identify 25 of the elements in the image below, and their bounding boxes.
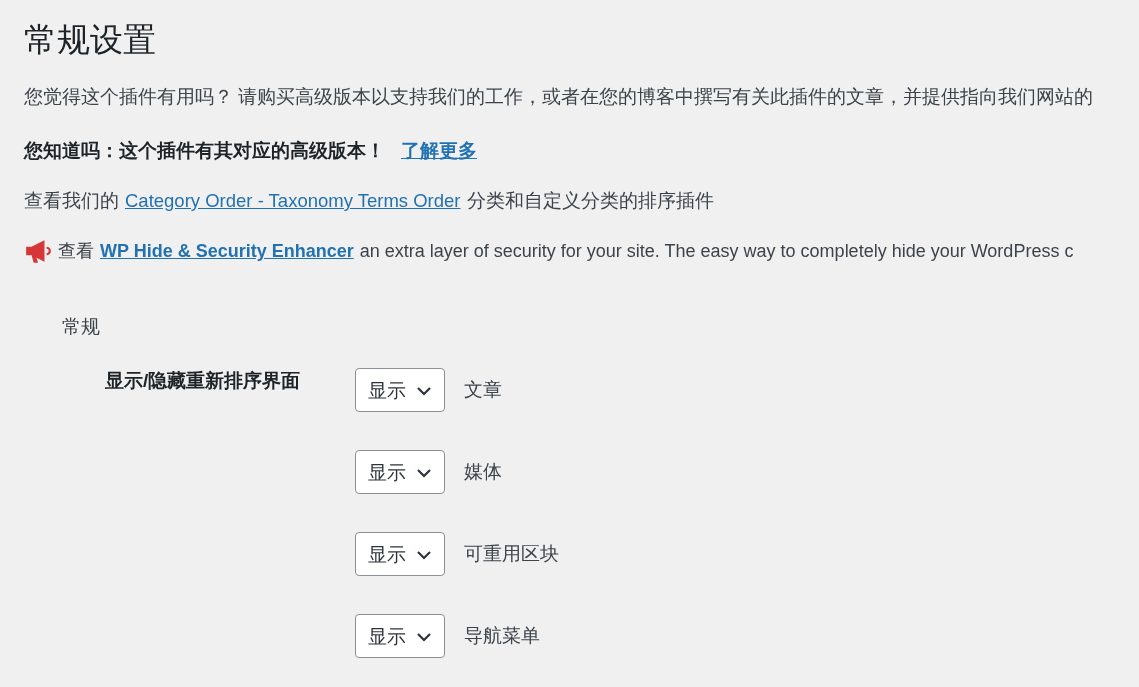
- learn-more-link[interactable]: 了解更多: [401, 138, 477, 164]
- plugin-link[interactable]: WP Hide & Security Enhancer: [100, 238, 354, 264]
- chevron-down-icon: [416, 550, 432, 560]
- page-title: 常规设置: [24, 20, 157, 60]
- promo-text: 查看: [58, 240, 94, 263]
- dropdown[interactable]: 显示: [355, 614, 445, 658]
- chevron-down-icon: [416, 468, 432, 478]
- dropdown[interactable]: 显示: [355, 532, 445, 576]
- field-label: 显示/隐藏重新排序界面: [105, 369, 302, 393]
- row-label: 媒体: [464, 460, 502, 484]
- premium-notice-text: 您知道吗：这个插件有其对应的高级版本！: [24, 139, 385, 163]
- related-plugin-text: 分类和自定义分类的排序插件: [466, 189, 714, 213]
- dropdown[interactable]: 显示: [355, 450, 445, 494]
- dropdown[interactable]: 显示: [355, 368, 445, 412]
- chevron-down-icon: [416, 632, 432, 642]
- row-label: 可重用区块: [464, 542, 559, 566]
- chevron-down-icon: [416, 386, 432, 396]
- plugin-link[interactable]: Category Order - Taxonomy Terms Order: [125, 188, 461, 214]
- intro-text: 您觉得这个插件有用吗？ 请购买高级版本以支持我们的工作，或者在您的博客中撰写有关此插件的文章，并提供指向我们网站的: [24, 85, 1095, 109]
- promo-text: an extra layer of security for your site. The easy way to completely hide your WordPress c: [359, 240, 1074, 263]
- section-title: 常规: [62, 315, 101, 339]
- row-label: 导航菜单: [464, 624, 540, 648]
- megaphone-icon: [24, 238, 52, 264]
- row-label: 文章: [464, 378, 502, 402]
- related-plugin-text: 查看我们的: [24, 189, 119, 213]
